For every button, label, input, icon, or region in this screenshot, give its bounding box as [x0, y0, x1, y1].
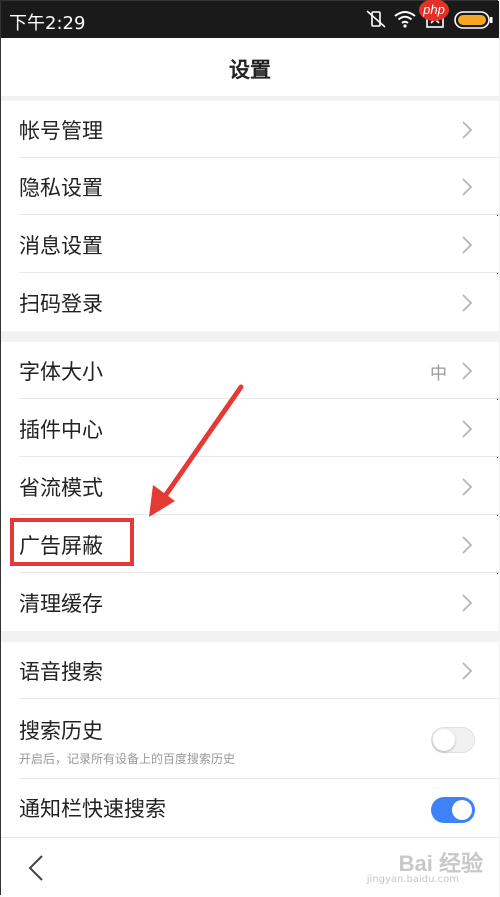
section-divider: [1, 631, 499, 642]
row-label: 隐私设置: [19, 176, 103, 200]
row-divider: [19, 572, 499, 573]
settings-row-voice-search[interactable]: 语音搜索: [1, 642, 499, 699]
settings-row-notification-search: 通知栏快速搜索: [1, 779, 499, 837]
row-label: 通知栏快速搜索: [19, 797, 166, 821]
row-label: 语音搜索: [19, 660, 103, 684]
row-divider: [19, 514, 499, 515]
highlight-box-annotation: [10, 518, 134, 566]
chevron-right-icon: [462, 478, 473, 496]
settings-row-search-history: 搜索历史 开启后，记录所有设备上的百度搜索历史: [1, 699, 499, 779]
title-bar: 设置: [1, 38, 499, 97]
battery-icon: [454, 11, 493, 29]
php-watermark-badge: php: [419, 0, 449, 21]
settings-row-scan-login[interactable]: 扫码登录: [1, 274, 499, 331]
screen: 下午2:29 php 设置 帐号管理 隐私设置 消息设置 扫码登录 字体大小 中…: [0, 0, 499, 897]
chevron-right-icon: [462, 662, 473, 680]
row-label: 扫码登录: [19, 292, 103, 316]
toggle-knob: [452, 800, 472, 820]
chevron-right-icon: [462, 236, 473, 254]
chevron-right-icon: [462, 420, 473, 438]
settings-row-account[interactable]: 帐号管理: [1, 101, 499, 158]
settings-row-clear-cache[interactable]: 清理缓存: [1, 574, 499, 631]
status-bar: 下午2:29 php: [1, 0, 499, 38]
status-time: 下午2:29: [9, 13, 86, 34]
row-divider: [19, 214, 499, 215]
page-title: 设置: [229, 58, 271, 82]
chevron-right-icon: [462, 594, 473, 612]
baidu-watermark-url: jingyan.baidu.com: [366, 874, 459, 885]
section-divider: [1, 331, 499, 342]
row-label: 搜索历史: [19, 719, 103, 743]
vibrate-mute-icon: [366, 10, 386, 28]
row-label: 帐号管理: [19, 119, 103, 143]
wifi-icon: [394, 11, 416, 28]
bottom-nav-bar: Bai 经验 jingyan.baidu.com: [1, 837, 499, 897]
chevron-right-icon: [462, 294, 473, 312]
toggle-knob: [433, 729, 455, 751]
notification-search-toggle[interactable]: [431, 797, 475, 823]
row-label: 字体大小: [19, 360, 103, 384]
chevron-right-icon: [462, 536, 473, 554]
settings-row-messages[interactable]: 消息设置: [1, 216, 499, 273]
row-label: 消息设置: [19, 234, 103, 258]
search-history-toggle[interactable]: [431, 727, 475, 753]
row-label: 省流模式: [19, 476, 103, 500]
chevron-right-icon: [462, 121, 473, 139]
row-label: 清理缓存: [19, 592, 103, 616]
row-subtitle: 开启后，记录所有设备上的百度搜索历史: [19, 752, 236, 766]
row-divider: [19, 272, 499, 273]
chevron-right-icon: [462, 178, 473, 196]
back-arrow-icon[interactable]: [27, 854, 45, 882]
font-size-value: 中: [430, 364, 447, 384]
row-divider: [19, 398, 499, 399]
settings-row-privacy[interactable]: 隐私设置: [1, 158, 499, 215]
chevron-right-icon: [462, 362, 473, 380]
red-arrow-annotation: [149, 384, 244, 517]
row-divider: [19, 456, 499, 457]
row-label: 插件中心: [19, 418, 103, 442]
